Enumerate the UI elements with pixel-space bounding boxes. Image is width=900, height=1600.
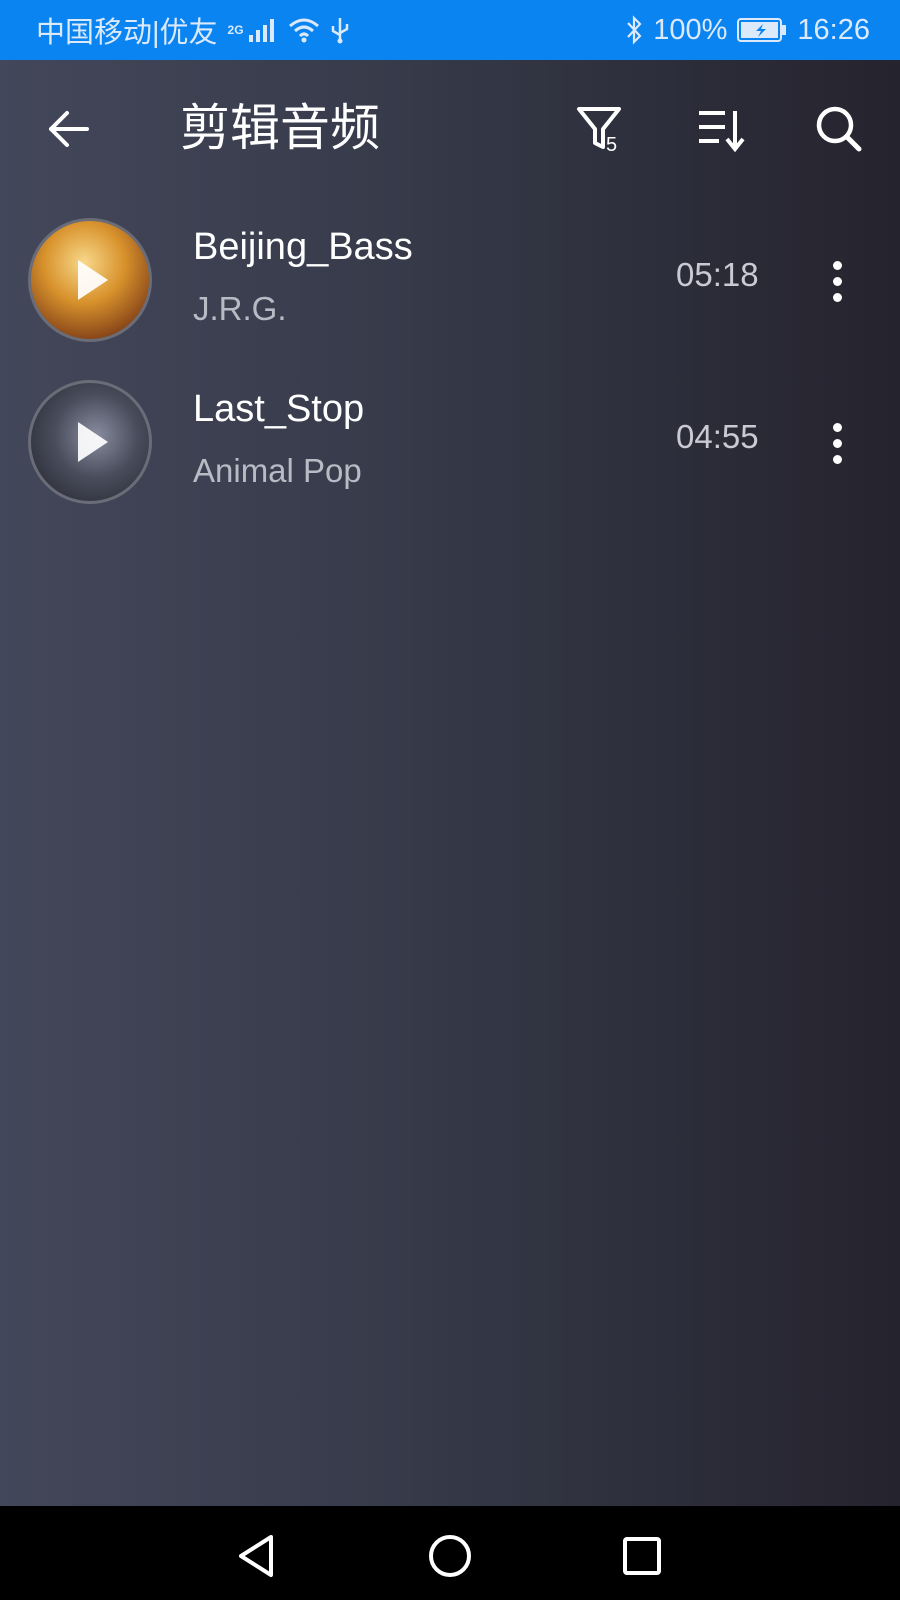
- back-arrow-icon: [49, 111, 89, 147]
- status-right: 100% 16:26: [625, 14, 870, 47]
- album-art-thumbnail[interactable]: [28, 218, 152, 342]
- more-options-icon[interactable]: [812, 246, 862, 316]
- more-options-icon[interactable]: [812, 408, 862, 478]
- bluetooth-icon: [625, 15, 643, 45]
- song-title: Beijing_Bass: [193, 226, 413, 268]
- wifi-icon: [288, 17, 320, 43]
- sort-icon: [699, 111, 745, 153]
- network-type-label: 2G: [227, 23, 244, 37]
- song-title: Last_Stop: [193, 388, 365, 430]
- back-button[interactable]: [34, 94, 104, 164]
- song-duration: 04:55: [676, 418, 759, 455]
- filter-button[interactable]: 5: [566, 94, 636, 164]
- toolbar: 剪辑音频 5: [0, 60, 900, 198]
- play-icon[interactable]: [78, 422, 108, 462]
- nav-home-button[interactable]: [420, 1526, 480, 1586]
- song-artist: Animal Pop: [193, 452, 362, 489]
- nav-back-button[interactable]: [226, 1526, 286, 1586]
- filter-icon: 5: [577, 107, 621, 155]
- battery-icon: [737, 17, 787, 43]
- song-duration: 05:18: [676, 256, 759, 293]
- status-bar: 中国移动|优友 2G 100% 16:26: [0, 0, 900, 60]
- search-button[interactable]: [804, 94, 874, 164]
- song-artist: J.R.G.: [193, 290, 287, 327]
- battery-percent: 100%: [653, 13, 728, 46]
- signal-icon: [248, 17, 278, 43]
- status-left: 中国移动|优友 2G: [36, 9, 350, 51]
- song-row[interactable]: Beijing_Bass J.R.G. 05:18: [0, 210, 900, 372]
- page-title: 剪辑音频: [180, 99, 380, 157]
- song-list: Beijing_Bass J.R.G. 05:18 Last_Stop Anim…: [0, 210, 900, 534]
- play-icon[interactable]: [78, 260, 108, 300]
- usb-icon: [330, 16, 350, 44]
- system-nav-bar: [0, 1506, 900, 1600]
- carrier-label: 中国移动|优友: [36, 17, 218, 49]
- sort-button[interactable]: [686, 94, 756, 164]
- album-art-thumbnail[interactable]: [28, 380, 152, 504]
- nav-recents-button[interactable]: [612, 1526, 672, 1586]
- search-icon: [816, 106, 862, 152]
- nav-back-icon: [239, 1535, 273, 1577]
- song-row[interactable]: Last_Stop Animal Pop 04:55: [0, 372, 900, 534]
- filter-badge: 5: [606, 134, 617, 155]
- audio-list-screen: 剪辑音频 5 Beijing_Bass J.R.G. 05:18 Last_St…: [0, 60, 900, 1506]
- nav-home-icon: [429, 1535, 471, 1577]
- clock: 16:26: [797, 13, 870, 46]
- nav-recents-icon: [623, 1537, 661, 1575]
